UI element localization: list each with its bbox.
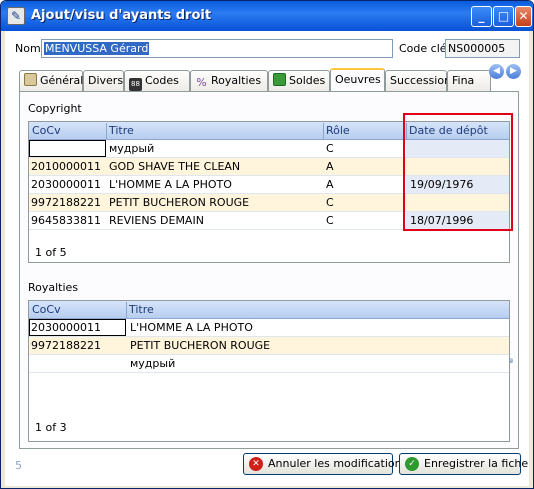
tab-fina-label: Fina (452, 74, 475, 87)
table-row[interactable]: мудрый (29, 355, 509, 373)
tab-strip: Général Divers 88 Codes % Royalties Soldes… (19, 68, 491, 91)
royalties-grid: CoCv Titre 2030000011 L'HOMME A LA PHOTO… (28, 300, 510, 442)
clipboard-icon (24, 73, 37, 86)
tab-succession-label: Succession (390, 74, 452, 87)
dialog-window: ✎ Ajout/visu d'ayants droit _ □ ✕ Nom ME… (0, 0, 534, 489)
app-icon: ✎ (7, 7, 25, 25)
tab-codes[interactable]: 88 Codes (124, 70, 190, 91)
royalties-pager: 1 of 3 (35, 421, 67, 434)
tab-general[interactable]: Général (19, 70, 83, 91)
code-cle-label: Code clé (399, 42, 447, 55)
cancel-button[interactable]: ✕ Annuler les modifications (243, 453, 407, 475)
cell-role: A (326, 178, 334, 191)
tab-soldes-label: Soldes (289, 74, 326, 87)
save-button[interactable]: ✓ Enregistrer la fiche (399, 453, 528, 475)
close-icon[interactable]: ✕ (515, 6, 532, 27)
tab-codes-label: Codes (145, 74, 179, 87)
royalties-section-label: Royalties (28, 281, 79, 294)
col-titre[interactable]: Titre (129, 303, 154, 316)
cell-titre: PETIT BUCHERON ROUGE (109, 196, 250, 209)
cell-titre: L'HOMME A LA PHOTO (109, 178, 232, 191)
dialog-body: Nom MENVUSSA Gérard Code clé NS000005 Gé… (5, 31, 529, 486)
tab-oeuvres[interactable]: Oeuvres (330, 68, 385, 91)
maximize-icon[interactable]: □ (493, 6, 514, 27)
title-bar[interactable]: ✎ Ajout/visu d'ayants droit _ □ ✕ (1, 1, 533, 31)
cell-cocv: 2030000011 (31, 321, 101, 334)
cell-role: C (326, 196, 334, 209)
cell-role: C (326, 214, 334, 227)
nom-field[interactable]: MENVUSSA Gérard (41, 39, 393, 58)
col-cocv[interactable]: CoCv (32, 303, 61, 316)
tab-oeuvres-label: Oeuvres (335, 73, 381, 86)
tab-soldes[interactable]: Soldes (268, 70, 330, 91)
cancel-button-label: Annuler les modifications (268, 457, 408, 470)
checkmark-icon: ✓ (405, 457, 419, 471)
tab-general-label: Général (40, 74, 84, 87)
percent-icon: % (196, 76, 207, 89)
tab-fina[interactable]: Fina (447, 70, 491, 91)
save-button-label: Enregistrer la fiche (424, 457, 529, 470)
money-icon (273, 73, 286, 86)
cell-titre: мудрый (109, 142, 155, 155)
nom-value: MENVUSSA Gérard (44, 42, 150, 55)
copyright-section-label: Copyright (28, 102, 82, 115)
cell-cocv: 2030000011 (31, 178, 101, 191)
col-titre[interactable]: Titre (109, 124, 134, 137)
cell-role: C (326, 142, 334, 155)
tab-royalties[interactable]: % Royalties (190, 70, 268, 91)
tab-succession[interactable]: Succession (385, 70, 451, 91)
record-number: 5 (15, 459, 22, 472)
cell-titre: REVIENS DEMAIN (109, 214, 204, 227)
cell-cocv: 9972188221 (31, 339, 101, 352)
date-depot-highlight (403, 113, 513, 231)
cell-cocv: 9645833811 (31, 214, 101, 227)
table-row[interactable]: 2030000011 L'HOMME A LA PHOTO (29, 319, 509, 337)
window-title: Ajout/visu d'ayants droit (31, 8, 212, 23)
chevron-right-icon[interactable]: ▶ (506, 64, 521, 79)
tab-royalties-label: Royalties (211, 74, 262, 87)
cell-role: A (326, 160, 334, 173)
minimize-icon[interactable]: _ (471, 6, 492, 27)
cell-titre: L'HOMME A LA PHOTO (130, 321, 253, 334)
code-cle-field[interactable]: NS000005 (445, 39, 520, 58)
cell-titre: PETIT BUCHERON ROUGE (130, 339, 271, 352)
nom-label: Nom (15, 42, 41, 55)
royalties-header: CoCv Titre (29, 301, 509, 319)
cell-titre: мудрый (130, 357, 176, 370)
cancel-icon: ✕ (249, 457, 263, 471)
col-role[interactable]: Rôle (326, 124, 350, 137)
cell-cocv: 2010000011 (31, 160, 101, 173)
col-cocv[interactable]: CoCv (32, 124, 61, 137)
chevron-left-icon[interactable]: ◀ (489, 64, 504, 79)
cocv-edit-cell[interactable] (29, 140, 106, 157)
codes-icon: 88 (129, 78, 142, 91)
copyright-pager: 1 of 5 (35, 246, 67, 259)
table-row[interactable]: 9972188221 PETIT BUCHERON ROUGE (29, 337, 509, 355)
tab-divers[interactable]: Divers (83, 70, 124, 91)
cell-titre: GOD SHAVE THE CLEAN (109, 160, 241, 173)
cell-cocv: 9972188221 (31, 196, 101, 209)
tab-divers-label: Divers (88, 74, 124, 87)
